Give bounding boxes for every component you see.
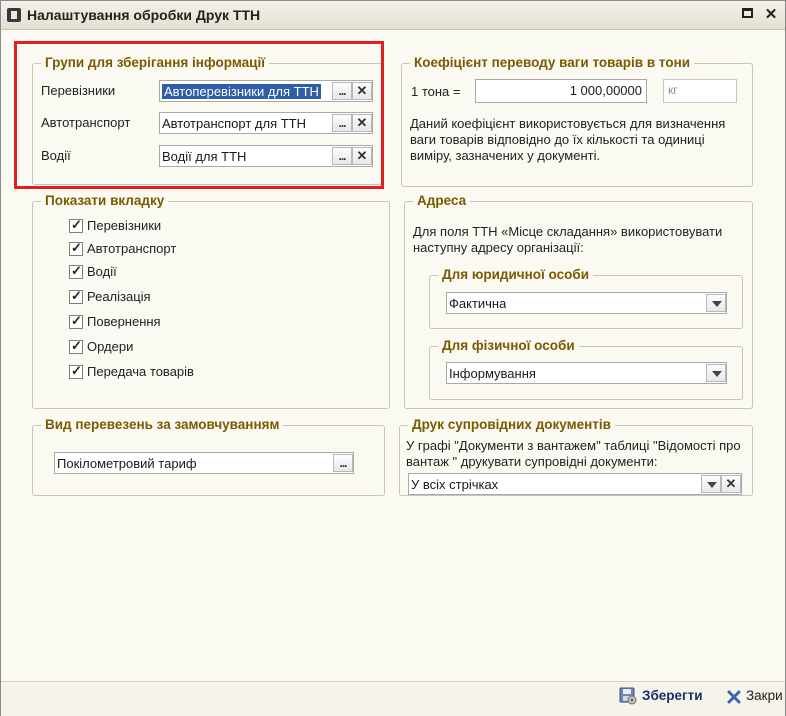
coef-input[interactable]: 1 000,00000	[475, 79, 647, 103]
weight-coef-description: Даний коефіцієнт використовується для ви…	[410, 116, 726, 163]
address-legend: Адреса	[413, 193, 471, 208]
highlight-frame	[14, 41, 384, 189]
legal-entity-legend: Для юридичної особи	[438, 267, 594, 282]
tab-returns-checkbox[interactable]	[69, 313, 83, 329]
print-docs-dropdown[interactable]	[701, 475, 721, 493]
tab-returns-label: Повернення	[87, 314, 161, 329]
transport-type-value: Покілометровий тариф	[57, 456, 197, 471]
close-button[interactable]: Закри	[746, 688, 783, 703]
maximize-button[interactable]	[739, 7, 755, 23]
unit-field: кг	[663, 79, 737, 103]
print-docs-description: У графі "Документи з вантажем" таблиці "…	[406, 438, 741, 469]
weight-coef-legend: Коефіцієнт переводу ваги товарів в тони	[410, 55, 695, 70]
transport-type-field[interactable]: Покілометровий тариф ...	[54, 452, 354, 474]
print-docs-clear-button[interactable]: ✕	[721, 475, 741, 493]
settings-window: Налаштування обробки Друк ТТН ✕ Групи дл…	[0, 0, 786, 716]
print-docs-select[interactable]: У всіх стрічках ✕	[408, 473, 742, 495]
legal-entity-dropdown[interactable]	[706, 294, 726, 312]
print-docs-value: У всіх стрічках	[411, 477, 499, 492]
individual-value: Інформування	[449, 366, 536, 381]
window-close-button[interactable]: ✕	[763, 7, 779, 23]
tab-transfer-checkbox[interactable]	[69, 363, 83, 379]
tab-drivers-label: Водії	[87, 264, 117, 279]
individual-dropdown[interactable]	[706, 364, 726, 382]
transport-type-legend: Вид перевезень за замовчуванням	[41, 417, 284, 432]
tab-orders-checkbox[interactable]	[69, 338, 83, 354]
save-button[interactable]: Зберегти	[642, 688, 703, 703]
maximize-icon	[741, 8, 753, 18]
coef-value: 1 000,00000	[569, 83, 642, 98]
window-title: Налаштування обробки Друк ТТН	[27, 7, 261, 23]
individual-select[interactable]: Інформування	[446, 362, 727, 384]
print-docs-legend: Друк супровідних документів	[408, 417, 615, 432]
legal-entity-value: Фактична	[449, 296, 507, 311]
close-icon: ✕	[764, 6, 778, 23]
close-icon	[727, 690, 741, 704]
legal-entity-select[interactable]: Фактична	[446, 292, 727, 314]
show-tabs-group: Показати вкладку	[32, 193, 390, 409]
title-bar: Налаштування обробки Друк ТТН ✕	[1, 1, 785, 30]
tab-orders-label: Ордери	[87, 339, 134, 354]
individual-legend: Для фізичної особи	[438, 338, 579, 353]
tab-sales-checkbox[interactable]	[69, 288, 83, 304]
tab-drivers-checkbox[interactable]	[69, 263, 83, 279]
unit-value: кг	[668, 83, 678, 97]
tab-carriers-label: Перевізники	[87, 218, 162, 233]
transport-type-select-button[interactable]: ...	[333, 454, 353, 472]
ton-label: 1 тона =	[411, 84, 461, 99]
tab-transfer-label: Передача товарів	[87, 364, 194, 379]
save-icon	[619, 687, 637, 705]
tab-sales-label: Реалізація	[87, 289, 151, 304]
tab-carriers-checkbox[interactable]	[69, 217, 83, 233]
tab-vehicles-label: Автотранспорт	[87, 241, 177, 256]
address-description: Для поля ТТН «Місце складання» використо…	[413, 224, 723, 255]
show-tabs-legend: Показати вкладку	[41, 193, 169, 208]
app-icon	[7, 8, 21, 22]
tab-vehicles-checkbox[interactable]	[69, 240, 83, 256]
